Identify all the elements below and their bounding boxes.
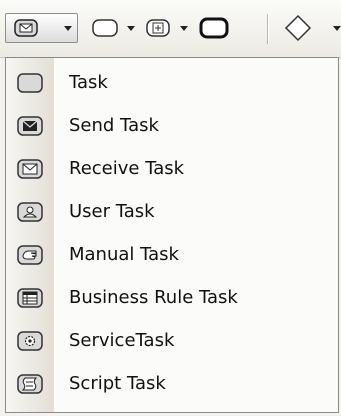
script-task-icon (17, 374, 43, 398)
rounded-rect-icon (91, 18, 119, 38)
thick-rect-icon (199, 17, 229, 39)
user-task-icon (17, 202, 43, 226)
menu-item-label: User Task (69, 201, 155, 222)
menu-item-script-task[interactable]: Script Task (6, 363, 338, 406)
menu-item-label: ServiceTask (69, 330, 175, 351)
chevron-down-icon[interactable] (333, 26, 341, 31)
gateway-diamond-icon (283, 13, 313, 43)
menu-item-label: Receive Task (69, 158, 185, 179)
business-rule-task-icon (17, 288, 43, 312)
chevron-down-icon[interactable] (180, 26, 188, 31)
menu-item-task[interactable]: Task (6, 62, 338, 105)
service-task-icon (17, 331, 43, 355)
menu-item-send-task[interactable]: Send Task (6, 105, 338, 148)
menu-item-label: Send Task (69, 115, 159, 136)
task-type-menu: Task Send Task Receive Task User Task Ma… (5, 57, 339, 413)
menu-item-label: Manual Task (69, 244, 179, 265)
menu-item-receive-task[interactable]: Receive Task (6, 148, 338, 191)
receive-task-icon (17, 159, 43, 183)
activity-button[interactable] (91, 13, 119, 43)
receive-task-icon (14, 19, 38, 37)
menu-item-label: Task (69, 72, 108, 93)
manual-task-icon (17, 245, 43, 269)
menu-item-user-task[interactable]: User Task (6, 191, 338, 234)
toolbar (0, 0, 341, 58)
menu-item-business-rule-task[interactable]: Business Rule Task (6, 277, 338, 320)
task-icon (17, 73, 43, 97)
subprocess-button[interactable] (145, 13, 171, 43)
chevron-down-icon[interactable] (64, 26, 72, 31)
task-type-button[interactable] (5, 13, 78, 43)
menu-item-service-task[interactable]: ServiceTask (6, 320, 338, 363)
menu-item-label: Script Task (69, 373, 166, 394)
transaction-button[interactable] (199, 13, 229, 43)
menu-item-manual-task[interactable]: Manual Task (6, 234, 338, 277)
gateway-button[interactable] (283, 13, 313, 43)
chevron-down-icon[interactable] (127, 26, 135, 31)
subprocess-icon (145, 18, 171, 38)
toolbar-separator (267, 14, 268, 44)
send-task-icon (17, 116, 43, 140)
menu-item-label: Business Rule Task (69, 287, 238, 308)
